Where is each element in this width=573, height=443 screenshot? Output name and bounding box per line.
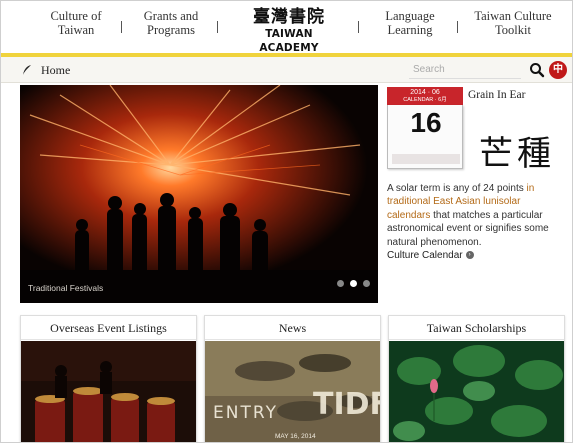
nav-item-label: Language Learning [385,9,435,37]
card-title: Taiwan Scholarships [389,316,564,340]
nav-divider [121,21,122,33]
carousel-dot[interactable] [363,280,370,287]
desc-text: A solar term is any of 24 points [387,183,527,194]
feather-icon [23,65,31,75]
card-title: News [205,316,380,340]
hero-carousel[interactable]: Traditional Festivals [20,85,378,303]
calendar-header: 2014 · 06 CALENDAR · 6月 [387,87,463,105]
nav-item-grants-and-programs[interactable]: Grants and Programs [135,9,207,37]
search-icon[interactable] [529,62,545,78]
search-input[interactable] [409,61,521,79]
calendar-month: 2014 · 06 [410,89,440,96]
carousel-dot-active[interactable] [350,280,357,287]
card-taiwan-scholarships[interactable]: Taiwan Scholarships [388,315,565,442]
nav-item-taiwan-culture-toolkit[interactable]: Taiwan Culture Toolkit [463,9,563,37]
nav-item-language-learning[interactable]: Language Learning [374,9,446,37]
carousel-pagination [331,274,370,292]
documentary-festival-poster: ENTRY TIDF MAY 16, 2014 [205,341,380,442]
calendar-footer-strip [392,154,460,164]
nav-divider [358,21,359,33]
breadcrumb-home-link[interactable]: Home [41,63,70,78]
arrow-right-icon: › [465,251,474,260]
poster-entry-text: ENTRY [213,403,278,423]
card-news[interactable]: News ENTRY TIDF MAY 16, 2014 [204,315,381,442]
logo-chinese-text: 臺灣書院 [253,7,325,27]
calendar-widget[interactable]: 2014 · 06 CALENDAR · 6月 16 [387,87,463,169]
solar-term-title: Grain In Ear [468,89,526,101]
carousel-dot[interactable] [337,280,344,287]
culture-calendar-link[interactable]: Culture Calendar › [387,250,474,261]
poster-date-text: MAY 16, 2014 [275,433,316,440]
fireworks-festival-photo [20,85,378,303]
calendar-day: 16 [410,107,442,138]
card-overseas-event-listings[interactable]: Overseas Event Listings [20,315,197,442]
top-navigation: Culture of Taiwan Grants and Programs 臺灣… [1,1,572,54]
lotus-pond-photo [389,341,564,442]
nav-item-culture-of-taiwan[interactable]: Culture of Taiwan [41,9,111,37]
solar-term-calligraphy: 芒種 [479,134,555,174]
calendar-body: 16 [387,105,463,169]
hero-caption: Traditional Festivals [28,283,104,293]
nav-item-label: Taiwan Culture Toolkit [474,9,552,37]
logo-english-text: TAIWAN ACADEMY [259,28,319,54]
language-switch-button[interactable]: 中 [549,61,567,79]
poster-tidf-text: TIDF [313,387,380,422]
page: Culture of Taiwan Grants and Programs 臺灣… [0,0,573,443]
nav-divider [457,21,458,33]
calendar-month-sub: CALENDAR · 6月 [403,97,447,103]
nav-item-label: Grants and Programs [143,9,199,37]
breadcrumb-bar: Home 中 [1,57,572,83]
taiwan-academy-logo[interactable]: 臺灣書院 TAIWAN ACADEMY [237,7,341,54]
card-title: Overseas Event Listings [21,316,196,340]
culture-calendar-label: Culture Calendar [387,250,463,261]
nav-divider [217,21,218,33]
solar-term-description: A solar term is any of 24 points in trad… [387,182,565,249]
drums-performance-photo [21,341,196,442]
nav-item-label: Culture of Taiwan [50,9,102,37]
